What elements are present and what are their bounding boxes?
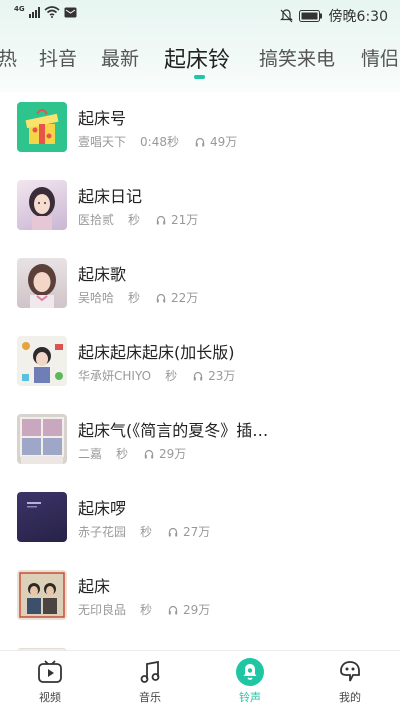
play-count: 23万: [208, 369, 236, 383]
artist-name: 壹唱天下: [78, 135, 127, 149]
song-title: 起床歌: [78, 265, 127, 284]
nav-music[interactable]: 音乐: [100, 651, 200, 710]
anime-girl-cover: [17, 180, 67, 230]
tab-couple[interactable]: 情侣: [361, 44, 399, 71]
duration: 秒: [165, 369, 178, 383]
list-item[interactable]: 起床起床起床(加长版) 华承妍CHIYO 秒 23万: [0, 326, 400, 404]
nav-label: 我的: [339, 691, 361, 704]
song-title: 起床啰: [78, 499, 127, 518]
list-item[interactable]: 起床 无印良品 秒 29万: [0, 560, 400, 638]
cartoon-collage-cover: [17, 336, 67, 386]
song-title: 起床号: [78, 109, 127, 128]
message-icon: [64, 7, 77, 17]
girl-portrait-cover: [17, 258, 67, 308]
wifi-icon: [44, 6, 60, 18]
artist-name: 无印良品: [78, 603, 127, 617]
list-item[interactable]: 起床日记 医拾贰 秒 21万: [0, 170, 400, 248]
list-item[interactable]: 起床歌 吴哈哈 秒 22万: [0, 248, 400, 326]
video-icon: [38, 660, 62, 683]
category-tabs: 热 抖音 最新 起床铃 搞笑来电 情侣: [0, 38, 400, 82]
play-count: 21万: [171, 213, 199, 227]
headphone-icon: [168, 605, 178, 614]
tab-wake-up[interactable]: 起床铃: [164, 42, 230, 74]
artist-name: 二嘉: [78, 447, 103, 461]
clock-time: 傍晚6:30: [328, 9, 388, 25]
network-type: 4G: [14, 5, 25, 13]
tab-newest[interactable]: 最新: [101, 44, 139, 71]
headphone-icon: [193, 371, 203, 380]
signal-icon: [28, 6, 40, 18]
song-title: 起床日记: [78, 187, 143, 206]
headphone-icon: [144, 449, 154, 458]
duo-photo-cover: [17, 570, 67, 620]
window-sky-cover: [17, 414, 67, 464]
nav-profile[interactable]: 我的: [300, 651, 400, 710]
play-count: 27万: [183, 525, 211, 539]
duration: 秒: [128, 213, 141, 227]
battery-icon: [298, 10, 322, 22]
tab-douyin[interactable]: 抖音: [39, 44, 77, 71]
song-title: 起床气(《简言的夏冬》插…: [78, 421, 269, 440]
header-area: 4G 傍晚6:30 热 抖音 最新 起床铃 搞笑来电 情侣: [0, 0, 400, 92]
mute-bell-icon: [279, 9, 293, 23]
bottom-navigation: 视频 音乐 铃声 我的: [0, 650, 400, 710]
play-count: 29万: [159, 447, 187, 461]
artist-name: 赤子花园: [78, 525, 127, 539]
headphone-icon: [195, 137, 205, 146]
nav-label: 铃声: [239, 691, 261, 704]
list-item-partial: [0, 638, 400, 650]
nav-label: 视频: [39, 691, 61, 704]
tab-funny-calls[interactable]: 搞笑来电: [259, 44, 335, 71]
duration: 秒: [140, 603, 153, 617]
list-item[interactable]: 起床气(《简言的夏冬》插… 二嘉 秒 29万: [0, 404, 400, 482]
headphone-icon: [168, 527, 178, 536]
duration: 0:48秒: [140, 135, 179, 149]
duration: 秒: [116, 447, 129, 461]
profile-face-icon: [340, 661, 360, 682]
artist-name: 医拾贰: [78, 213, 115, 227]
list-item[interactable]: 起床号 壹唱天下 0:48秒 49万: [0, 92, 400, 170]
play-count: 49万: [209, 135, 238, 149]
song-title: 起床起床起床(加长版): [78, 343, 235, 362]
play-count: 29万: [183, 603, 211, 617]
headphone-icon: [156, 293, 166, 302]
artist-name: 吴哈哈: [78, 291, 115, 305]
tab-hot[interactable]: 热: [0, 44, 17, 71]
status-bar: 4G 傍晚6:30: [0, 0, 400, 28]
artist-name: 华承妍CHIYO: [78, 369, 152, 383]
list-item[interactable]: 起床啰 赤子花园 秒 27万: [0, 482, 400, 560]
play-count: 22万: [171, 291, 199, 305]
nav-label: 音乐: [139, 691, 161, 704]
duration: 秒: [128, 291, 141, 305]
music-note-icon: [140, 660, 160, 683]
active-tab-indicator: [194, 75, 205, 79]
song-title: 起床: [78, 577, 111, 596]
purple-album-cover: [17, 492, 67, 542]
nav-ringtone[interactable]: 铃声: [200, 651, 300, 710]
nav-video[interactable]: 视频: [0, 651, 100, 710]
duration: 秒: [140, 525, 153, 539]
ringtone-bell-icon: [236, 658, 264, 686]
gift-box-cover: [17, 102, 67, 152]
headphone-icon: [156, 215, 166, 224]
